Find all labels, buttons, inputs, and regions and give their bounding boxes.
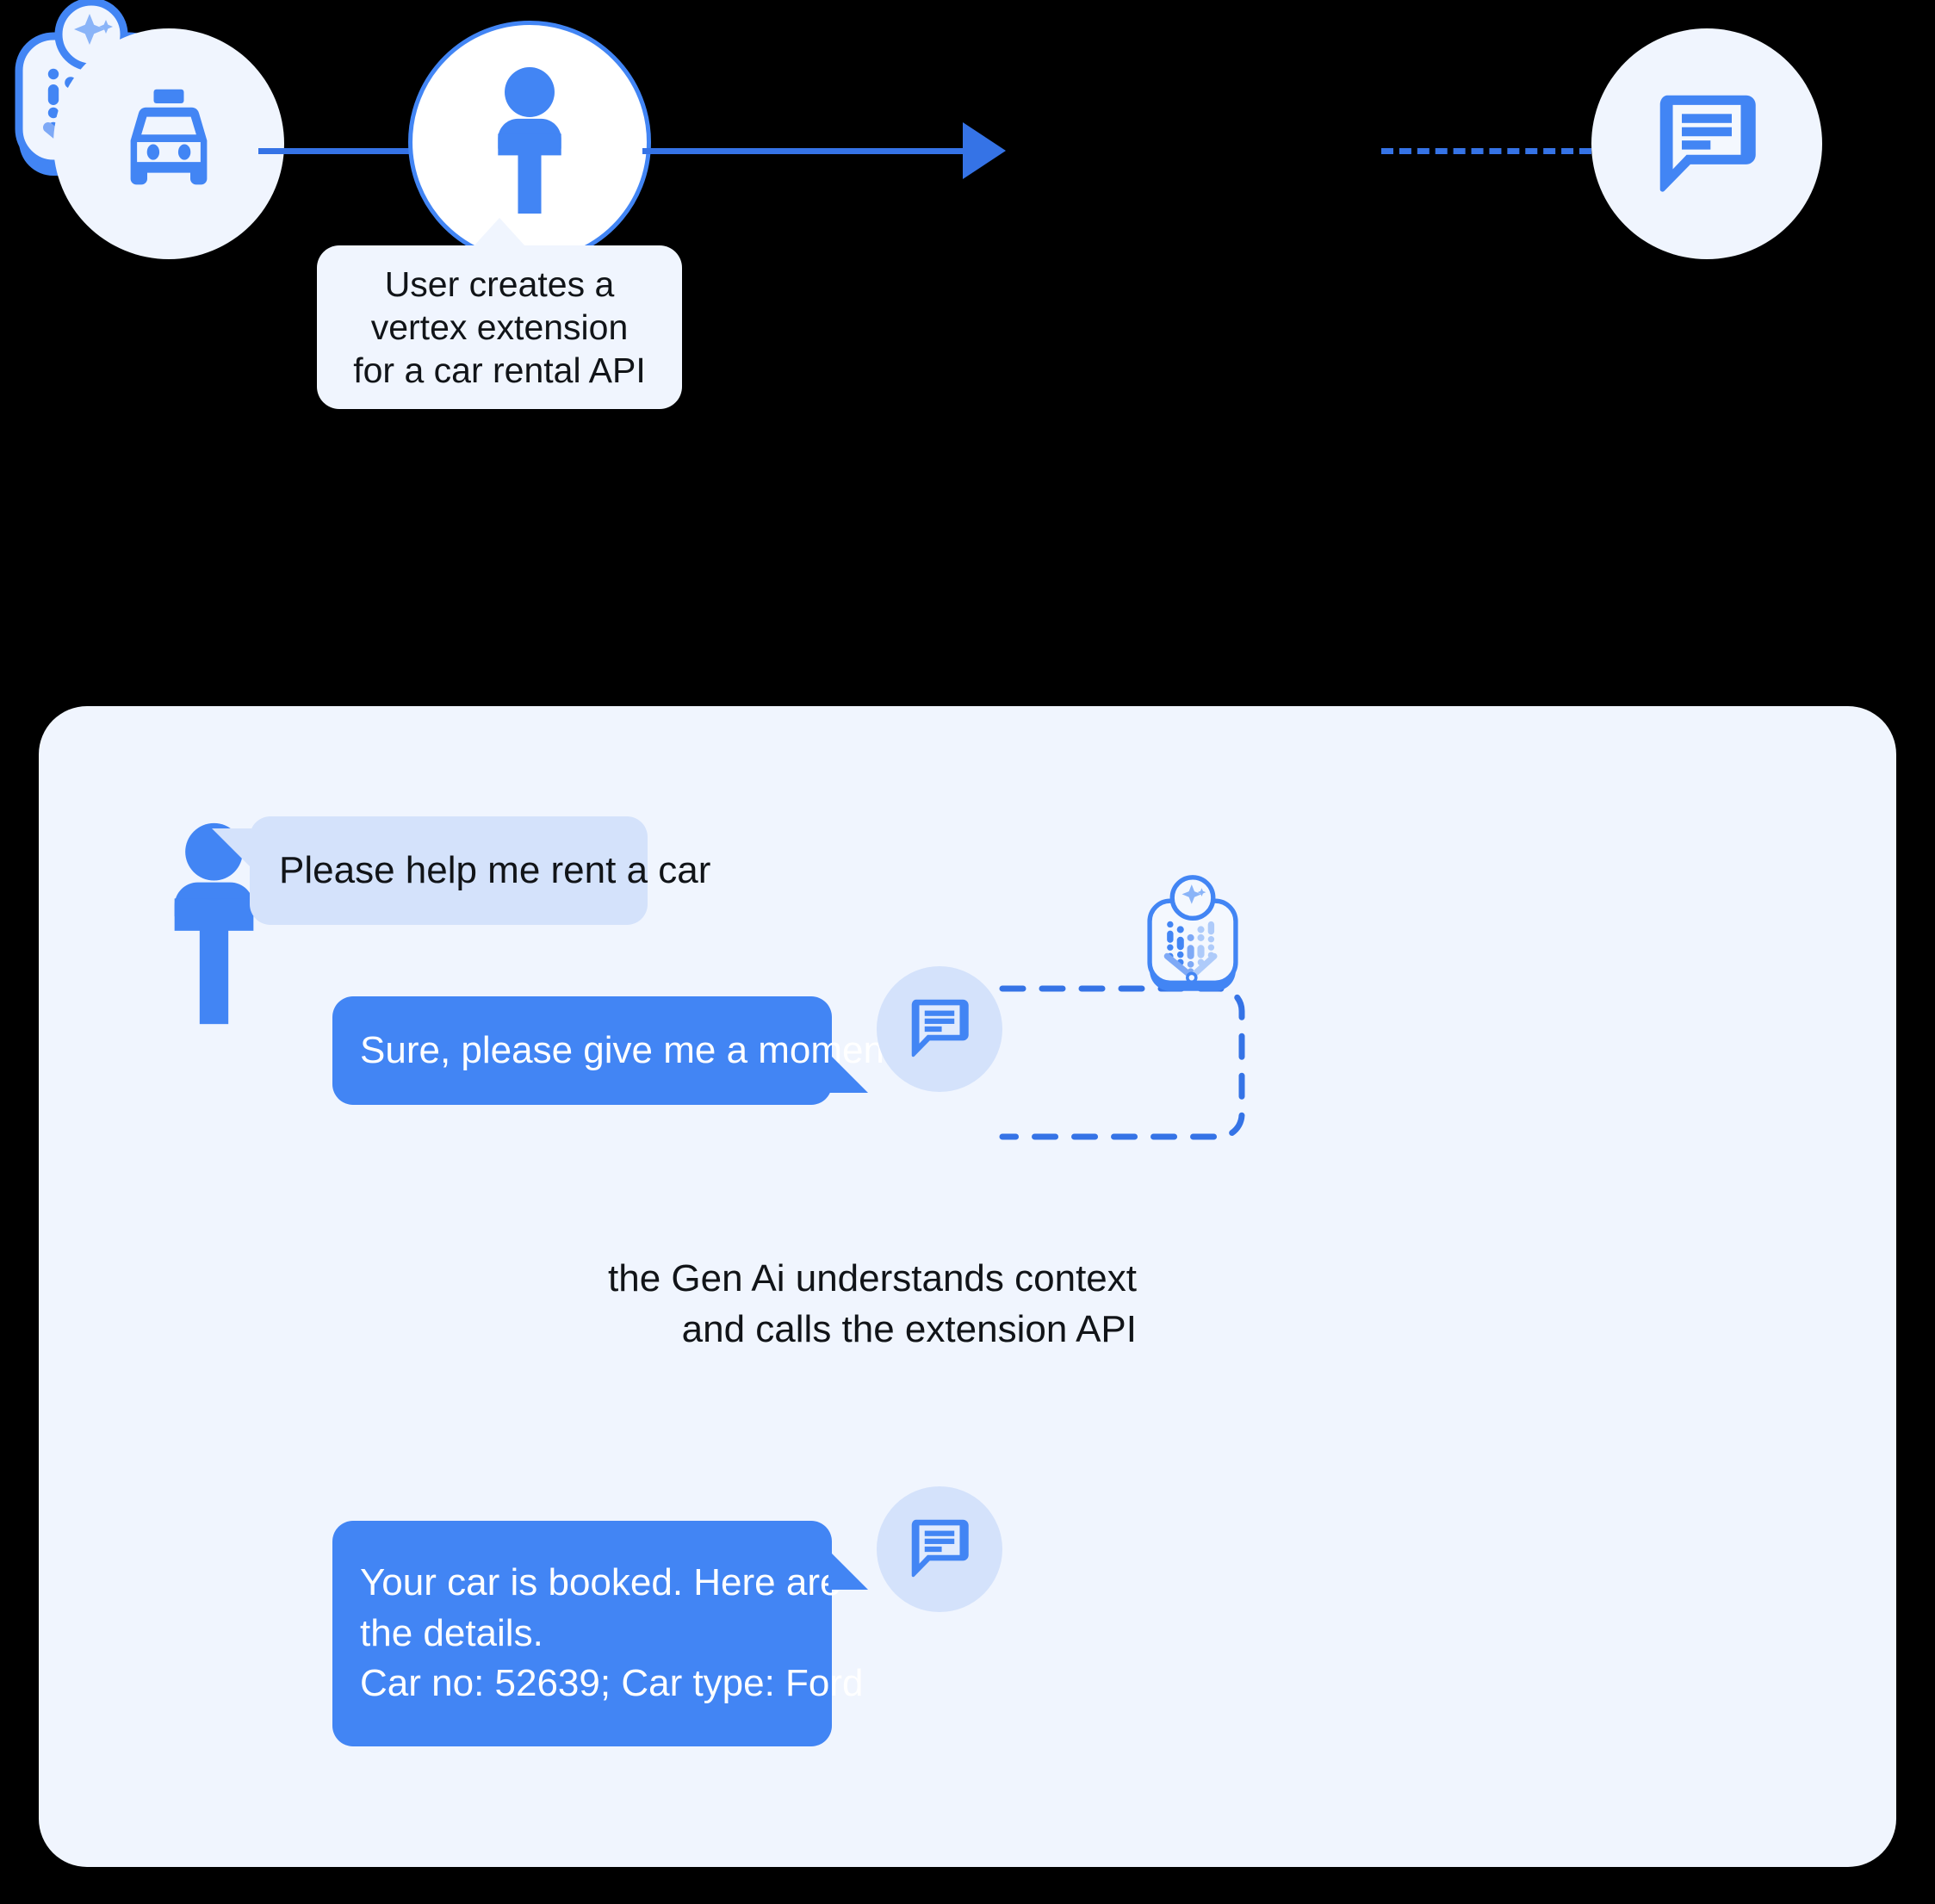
chat-message-bot-2[interactable]: Your car is booked. Here are the details… [332, 1521, 868, 1746]
bubble-tail-icon [828, 1550, 868, 1590]
callout-line-3: for a car rental API [353, 350, 646, 390]
chat-message-text: Your car is booked. Here are [360, 1561, 841, 1604]
chat-message-bot-1[interactable]: Sure, please give me a moment [332, 996, 896, 1105]
flow-connector-dashed [1381, 148, 1591, 154]
chat-avatar-bot-2[interactable] [877, 1486, 1002, 1612]
chat-bubble-icon [902, 989, 977, 1070]
panel-note-line-1: the Gen Ai understands context [608, 1257, 1137, 1299]
diagram-canvas: User creates a vertex extension for a ca… [0, 0, 1935, 1904]
flow-node-user[interactable] [408, 21, 651, 264]
flow-row [0, 0, 1935, 264]
chat-message-text: Car no: 52639; Car type: Ford [360, 1662, 864, 1705]
vertex-extension-icon [1147, 875, 1238, 991]
chat-bubble-icon [902, 1510, 977, 1590]
chat-message-user[interactable]: Please help me rent a car [212, 816, 711, 925]
chat-message-text: Sure, please give me a moment [360, 1028, 896, 1071]
callout-line-1: User creates a [384, 264, 615, 304]
chat-avatar-bot-1[interactable] [877, 966, 1002, 1092]
taxi-icon [104, 78, 233, 211]
flow-node-chat[interactable] [1591, 28, 1822, 259]
panel-note: the Gen Ai understands context and calls… [586, 1254, 1137, 1355]
panel-note-line-2: and calls the extension API [681, 1307, 1137, 1350]
chat-message-text: the details. [360, 1611, 543, 1654]
chat-bubble-icon [1643, 78, 1771, 210]
callout-user-creates-extension: User creates a vertex extension for a ca… [317, 218, 682, 409]
bubble-tail-icon [212, 828, 251, 868]
callout-tail-icon [474, 218, 525, 246]
panel-node-vertex-extension[interactable] [1138, 861, 1247, 1004]
person-icon [479, 66, 580, 218]
arrow-head-icon [963, 122, 1006, 179]
flow-node-taxi[interactable] [53, 28, 284, 259]
callout-line-2: vertex extension [370, 307, 629, 347]
flow-connector-left [258, 148, 417, 154]
bubble-tail-icon [828, 1053, 868, 1093]
flow-connector-right [642, 148, 970, 154]
chat-message-text: Please help me rent a car [279, 848, 711, 891]
